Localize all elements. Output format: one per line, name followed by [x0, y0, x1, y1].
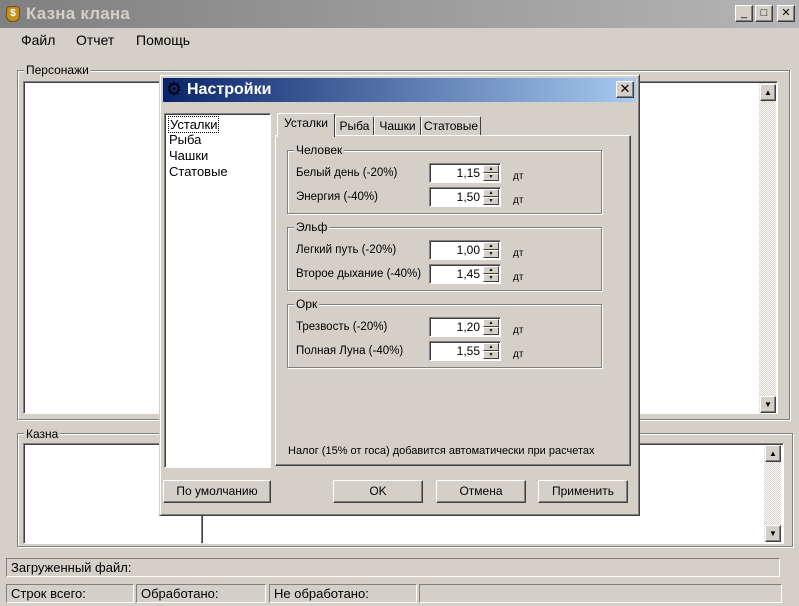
sobriety-spinner[interactable]: 1,20 ▲ ▼ [429, 317, 501, 337]
full-moon-arrows: ▲ ▼ [483, 343, 499, 359]
loaded-file-bar: Загруженный файл: [6, 558, 780, 577]
menu-bar: Файл Отчет Помощь [0, 28, 799, 52]
settings-title: Настройки [187, 81, 272, 98]
second-wind-value: 1,45 [456, 267, 480, 281]
gear-icon: ⚙ [166, 79, 183, 99]
treasury-group-label: Казна [24, 427, 61, 441]
spin-up-icon[interactable]: ▲ [483, 242, 499, 250]
spin-up-icon[interactable]: ▲ [483, 189, 499, 197]
characters-scroll-up[interactable]: ▲ [760, 84, 776, 101]
tab-ustalki[interactable]: Усталки [277, 113, 335, 137]
energy-value: 1,50 [456, 190, 480, 204]
apply-button[interactable]: Применить [538, 480, 628, 503]
defaults-button[interactable]: По умолчанию [163, 480, 271, 503]
category-item-fish[interactable]: Рыба [169, 132, 201, 147]
unit-label: дт [513, 248, 524, 259]
unit-label: дт [513, 195, 524, 206]
race-name-elf: Эльф [294, 220, 330, 234]
race-group-human: Человек Белый день (-20%) 1,15 ▲ ▼ дт Эн… [287, 143, 602, 214]
tab-fish[interactable]: Рыба [335, 116, 374, 136]
tax-note: Налог (15% от госа) добавится автоматиче… [288, 445, 595, 457]
light-path-arrows: ▲ ▼ [483, 242, 499, 258]
spin-down-icon[interactable]: ▼ [483, 173, 499, 181]
settings-dialog: ⚙ Настройки ✕ Усталки Рыба Чашки Статовы… [159, 74, 640, 516]
cancel-button[interactable]: Отмена [436, 480, 526, 503]
field-label-white-day: Белый день (-20%) [296, 167, 398, 179]
status-bar: Строк всего: Обработано: Не обработано: [6, 584, 795, 603]
unit-label: дт [513, 272, 524, 283]
sobriety-value: 1,20 [456, 320, 480, 334]
race-name-human: Человек [294, 143, 345, 157]
unit-label: дт [513, 349, 524, 360]
menu-file[interactable]: Файл [21, 32, 55, 48]
maximize-button[interactable]: □ [755, 5, 773, 22]
settings-category-list[interactable]: Усталки Рыба Чашки Статовые [164, 113, 271, 468]
money-bag-icon: $ [6, 6, 20, 22]
field-label-second-wind: Второе дыхание (-40%) [296, 268, 422, 280]
menu-report[interactable]: Отчет [76, 32, 114, 48]
field-label-full-moon: Полная Луна (-40%) [296, 345, 404, 357]
category-item-stats[interactable]: Статовые [169, 164, 228, 179]
race-group-orc: Орк Трезвость (-20%) 1,20 ▲ ▼ дт Полная … [287, 297, 602, 368]
energy-spinner[interactable]: 1,50 ▲ ▼ [429, 187, 501, 207]
field-label-light-path: Легкий путь (-20%) [296, 244, 397, 256]
white-day-value: 1,15 [456, 166, 480, 180]
full-moon-spinner[interactable]: 1,55 ▲ ▼ [429, 341, 501, 361]
tab-cups[interactable]: Чашки [374, 116, 421, 136]
second-wind-spinner[interactable]: 1,45 ▲ ▼ [429, 264, 501, 284]
characters-group-label: Персонажи [24, 63, 91, 77]
spin-down-icon[interactable]: ▼ [483, 351, 499, 359]
category-item-cups[interactable]: Чашки [169, 148, 208, 163]
main-title-bar[interactable]: $ Казна клана _ □ ✕ [0, 0, 799, 28]
spin-up-icon[interactable]: ▲ [483, 266, 499, 274]
characters-scroll-down[interactable]: ▼ [760, 396, 776, 413]
status-extra-panel [419, 584, 782, 603]
minimize-button[interactable]: _ [735, 5, 753, 22]
main-window-title: Казна клана [26, 4, 131, 23]
loaded-file-label: Загруженный файл: [6, 558, 780, 577]
menu-help[interactable]: Помощь [136, 32, 190, 48]
spin-up-icon[interactable]: ▲ [483, 343, 499, 351]
spin-up-icon[interactable]: ▲ [483, 165, 499, 173]
not-processed-label: Не обработано: [269, 584, 417, 603]
unit-label: дт [513, 171, 524, 182]
close-button[interactable]: ✕ [777, 5, 795, 22]
settings-close-button[interactable]: ✕ [616, 81, 634, 98]
white-day-arrows: ▲ ▼ [483, 165, 499, 181]
field-label-sobriety: Трезвость (-20%) [296, 321, 388, 333]
unit-label: дт [513, 325, 524, 336]
ok-button[interactable]: OK [333, 480, 423, 503]
energy-arrows: ▲ ▼ [483, 189, 499, 205]
spin-down-icon[interactable]: ▼ [483, 327, 499, 335]
settings-title-bar[interactable]: ⚙ Настройки ✕ [163, 78, 636, 102]
sobriety-arrows: ▲ ▼ [483, 319, 499, 335]
light-path-spinner[interactable]: 1,00 ▲ ▼ [429, 240, 501, 260]
second-wind-arrows: ▲ ▼ [483, 266, 499, 282]
light-path-value: 1,00 [456, 243, 480, 257]
spin-up-icon[interactable]: ▲ [483, 319, 499, 327]
full-moon-value: 1,55 [456, 344, 480, 358]
race-name-orc: Орк [294, 297, 320, 311]
spin-down-icon[interactable]: ▼ [483, 250, 499, 258]
processed-label: Обработано: [136, 584, 266, 603]
tab-stats[interactable]: Статовые [421, 116, 481, 136]
spin-down-icon[interactable]: ▼ [483, 197, 499, 205]
white-day-spinner[interactable]: 1,15 ▲ ▼ [429, 163, 501, 183]
rows-total-label: Строк всего: [6, 584, 134, 603]
treasury-scroll-up[interactable]: ▲ [765, 445, 781, 462]
tab-page-ustalki: Человек Белый день (-20%) 1,15 ▲ ▼ дт Эн… [275, 135, 631, 466]
characters-scrollbar[interactable] [759, 83, 776, 413]
spin-down-icon[interactable]: ▼ [483, 274, 499, 282]
race-group-elf: Эльф Легкий путь (-20%) 1,00 ▲ ▼ дт Втор… [287, 220, 602, 291]
treasury-scroll-down[interactable]: ▼ [765, 525, 781, 542]
field-label-energy: Энергия (-40%) [296, 191, 378, 203]
category-item-ustalki[interactable]: Усталки [168, 116, 220, 133]
